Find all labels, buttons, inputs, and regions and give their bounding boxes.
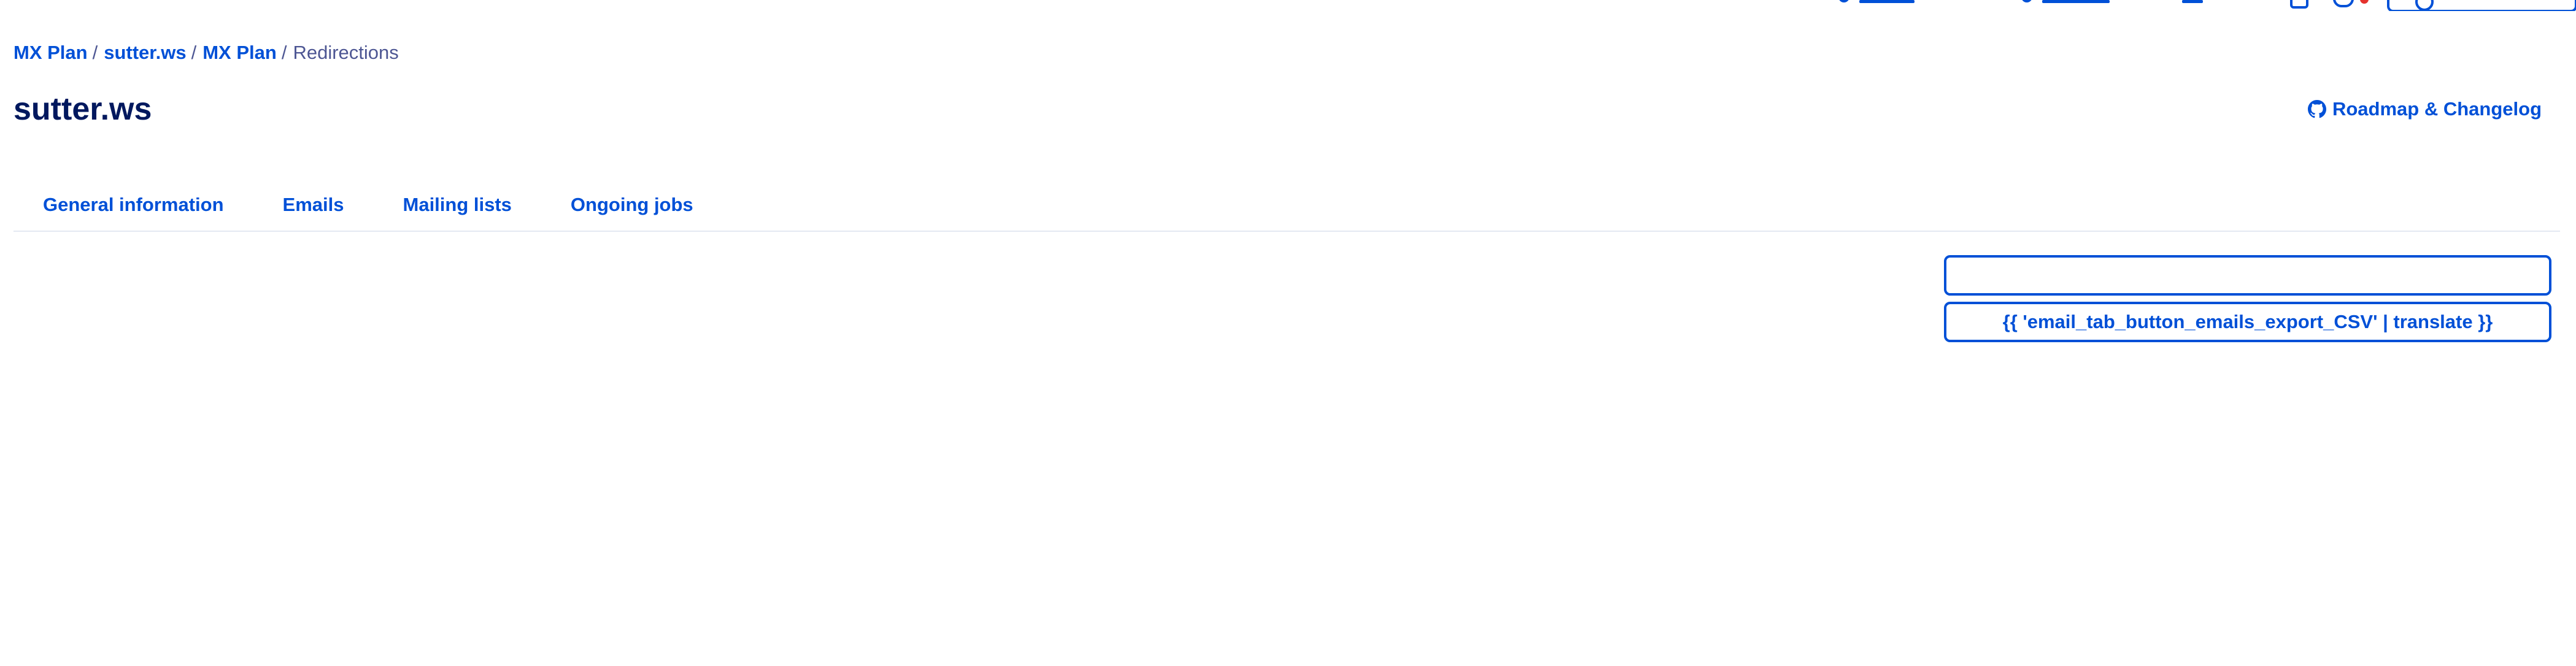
- language-icon[interactable]: [2021, 0, 2032, 2]
- tab-bar: General information Emails Mailing lists…: [13, 188, 2560, 232]
- cart-icon[interactable]: [2290, 0, 2308, 9]
- github-icon: [2307, 100, 2326, 118]
- breadcrumb: MX Plan / sutter.ws / MX Plan / Redirect…: [13, 40, 399, 65]
- page: MX Plan / sutter.ws / MX Plan / Redirect…: [0, 0, 2576, 666]
- actions-panel: {{ 'email_tab_button_emails_export_CSV' …: [1944, 255, 2551, 342]
- breadcrumb-link-mx-plan-service[interactable]: MX Plan: [202, 40, 277, 65]
- help-link[interactable]: [1859, 0, 1915, 3]
- breadcrumb-separator: /: [191, 42, 197, 63]
- notification-badge: [2360, 0, 2369, 4]
- export-csv-button[interactable]: {{ 'email_tab_button_emails_export_CSV' …: [1944, 302, 2551, 342]
- language-link[interactable]: [2042, 0, 2110, 3]
- top-navbar: [0, 0, 2576, 11]
- menu-link[interactable]: [2182, 0, 2203, 3]
- action-button[interactable]: [1944, 255, 2551, 296]
- breadcrumb-link-domain[interactable]: sutter.ws: [104, 40, 186, 65]
- roadmap-changelog-label: Roadmap & Changelog: [2332, 98, 2542, 120]
- user-icon: [2415, 0, 2434, 11]
- page-title: sutter.ws: [13, 91, 152, 127]
- breadcrumb-separator: /: [92, 42, 98, 63]
- notifications-icon[interactable]: [2333, 0, 2354, 7]
- tab-ongoing-jobs[interactable]: Ongoing jobs: [541, 188, 723, 231]
- help-icon[interactable]: [1838, 0, 1849, 2]
- tab-mailing-lists[interactable]: Mailing lists: [374, 188, 541, 231]
- tab-general-information[interactable]: General information: [13, 188, 253, 231]
- account-button[interactable]: [2387, 0, 2576, 11]
- tab-emails[interactable]: Emails: [253, 188, 374, 231]
- breadcrumb-current: Redirections: [293, 42, 399, 63]
- breadcrumb-separator: /: [281, 42, 287, 63]
- breadcrumb-link-mx-plan[interactable]: MX Plan: [13, 40, 88, 65]
- roadmap-changelog-link[interactable]: Roadmap & Changelog: [2307, 97, 2542, 121]
